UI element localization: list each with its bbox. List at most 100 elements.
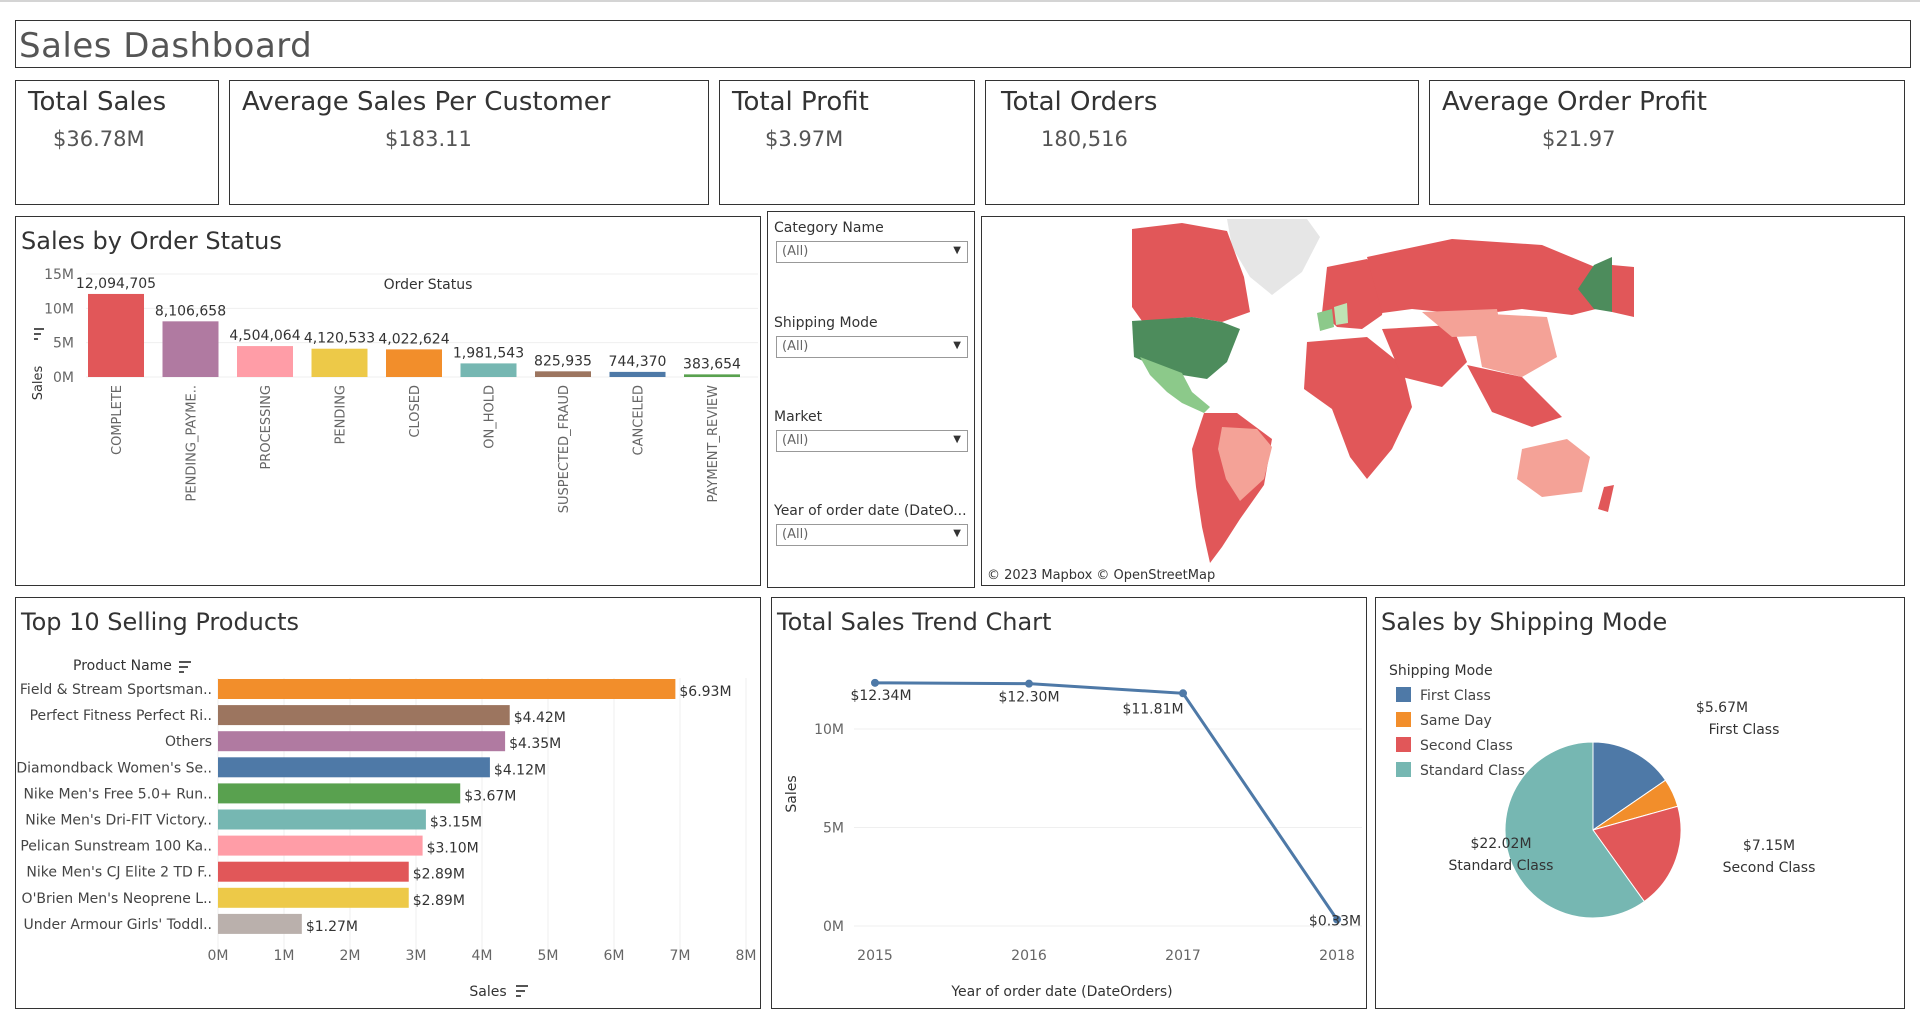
filters-panel: Category Name (All) ▼ Shipping Mode (All… bbox=[767, 211, 975, 588]
y-tick-label: 0M bbox=[53, 370, 74, 386]
sort-icon[interactable] bbox=[516, 985, 528, 997]
world-sales-map[interactable]: © 2023 Mapbox © OpenStreetMap bbox=[982, 217, 1904, 585]
bar-data-label: 4,022,624 bbox=[378, 331, 449, 347]
product-name-label: Nike Men's Dri-FIT Victory.. bbox=[25, 813, 212, 829]
bar[interactable] bbox=[218, 913, 302, 934]
map-region-australia[interactable] bbox=[1517, 439, 1590, 497]
shipping-mode-panel: Sales by Shipping Mode Shipping Mode Fir… bbox=[1375, 597, 1905, 1009]
bar-data-label: $4.12M bbox=[494, 762, 546, 778]
bar-data-label: $3.67M bbox=[464, 788, 516, 804]
map-region-west-europe[interactable] bbox=[1317, 309, 1334, 331]
order-status-bar-chart: Order Status Sales 0M 5M 10M 15M12,094,705 C… bbox=[31, 267, 758, 513]
bar-data-label: $3.15M bbox=[430, 815, 482, 831]
bar-data-label: 1,981,543 bbox=[453, 345, 524, 361]
kpi-title: Total Orders bbox=[1001, 87, 1158, 117]
data-label: $0.33M bbox=[1309, 913, 1361, 929]
bar-data-label: 383,654 bbox=[683, 356, 741, 372]
bar-data-label: $1.27M bbox=[306, 919, 358, 935]
year-dropdown[interactable]: (All) ▼ bbox=[776, 524, 968, 546]
map-region-east-russia[interactable] bbox=[1612, 265, 1634, 317]
kpi-title: Average Order Profit bbox=[1442, 87, 1708, 117]
bar-data-label: $4.42M bbox=[514, 710, 566, 726]
bar[interactable] bbox=[311, 348, 368, 377]
x-tick-label: CLOSED bbox=[408, 385, 423, 438]
market-dropdown[interactable]: (All) ▼ bbox=[776, 430, 968, 452]
data-label: $12.30M bbox=[998, 690, 1059, 706]
product-name-label: Under Armour Girls' Toddl.. bbox=[24, 917, 212, 933]
shipping-mode-dropdown[interactable]: (All) ▼ bbox=[776, 336, 968, 358]
bar[interactable] bbox=[237, 346, 293, 377]
y-tick-label: 10M bbox=[814, 722, 844, 738]
bar[interactable] bbox=[162, 321, 219, 377]
data-point[interactable] bbox=[871, 678, 879, 687]
kpi-card-total-sales: Total Sales $36.78M bbox=[15, 80, 219, 205]
dropdown-value: (All) bbox=[782, 244, 809, 259]
product-name-label: Pelican Sunstream 100 Ka.. bbox=[20, 839, 212, 855]
bar[interactable] bbox=[218, 809, 426, 830]
top-products-panel: Top 10 Selling Products Product Name Sal… bbox=[15, 597, 761, 1009]
map-region-china[interactable] bbox=[1472, 313, 1557, 377]
filter-label-year: Year of order date (DateO... bbox=[774, 503, 967, 519]
product-name-label: O'Brien Men's Neoprene L.. bbox=[22, 891, 212, 907]
bar-data-label: 12,094,705 bbox=[76, 276, 156, 292]
bar[interactable] bbox=[609, 371, 666, 377]
product-name-label: Perfect Fitness Perfect Ri.. bbox=[30, 708, 212, 724]
bar[interactable] bbox=[218, 835, 423, 856]
top-border bbox=[0, 0, 1920, 2]
category-header: Product Name bbox=[73, 658, 172, 674]
bar[interactable] bbox=[535, 371, 591, 377]
x-tick-label: 2016 bbox=[1011, 948, 1047, 964]
data-label: $12.34M bbox=[850, 688, 911, 704]
bar[interactable] bbox=[460, 363, 517, 377]
y-tick-label: 5M bbox=[53, 336, 74, 352]
world-map-panel: © 2023 Mapbox © OpenStreetMap bbox=[981, 216, 1905, 586]
x-tick-label: 1M bbox=[274, 948, 295, 964]
y-tick-label: 0M bbox=[823, 919, 844, 935]
bar[interactable] bbox=[218, 783, 461, 804]
chevron-down-icon: ▼ bbox=[953, 340, 961, 351]
chart-header: Order Status bbox=[384, 277, 473, 293]
kpi-title: Total Profit bbox=[732, 87, 869, 117]
x-tick-label: 5M bbox=[538, 948, 559, 964]
y-tick-label: 5M bbox=[823, 820, 844, 836]
bar[interactable] bbox=[218, 861, 409, 882]
x-tick-label: ON_HOLD bbox=[483, 385, 498, 449]
data-point[interactable] bbox=[1025, 679, 1033, 688]
category-name-dropdown[interactable]: (All) ▼ bbox=[776, 241, 968, 263]
bar-data-label: $6.93M bbox=[679, 684, 731, 700]
pie-category-label: Standard Class bbox=[1449, 858, 1554, 874]
data-point[interactable] bbox=[1179, 689, 1187, 698]
product-name-label: Nike Men's Free 5.0+ Run.. bbox=[23, 786, 212, 802]
pie-category-label: Second Class bbox=[1723, 860, 1816, 876]
x-tick-label: PROCESSING bbox=[259, 385, 274, 470]
bar[interactable] bbox=[218, 887, 409, 908]
pie-value-label: $22.02M bbox=[1470, 836, 1531, 852]
kpi-value: 180,516 bbox=[1041, 127, 1128, 151]
x-axis-label: Sales bbox=[469, 984, 506, 1000]
chevron-down-icon: ▼ bbox=[953, 528, 961, 539]
sort-icon[interactable] bbox=[179, 661, 191, 673]
x-tick-label: 3M bbox=[406, 948, 427, 964]
bar[interactable] bbox=[218, 705, 510, 726]
bar[interactable] bbox=[218, 679, 676, 699]
dropdown-value: (All) bbox=[782, 433, 809, 448]
map-region-russia[interactable] bbox=[1367, 239, 1612, 315]
bar[interactable] bbox=[88, 293, 144, 377]
bar[interactable] bbox=[684, 374, 740, 377]
sales-by-order-status-panel: Sales by Order Status Order Status Sales… bbox=[15, 216, 761, 586]
kpi-card-average-sales-per-customer: Average Sales Per Customer $183.11 bbox=[229, 80, 709, 205]
filter-label-market: Market bbox=[774, 409, 823, 425]
bar[interactable] bbox=[386, 349, 442, 377]
bar[interactable] bbox=[218, 757, 490, 778]
filter-label-shipping-mode: Shipping Mode bbox=[774, 315, 878, 331]
sales-trend-line-chart: Sales Year of order date (DateOrders) 0M… bbox=[784, 678, 1362, 1000]
trend-line bbox=[874, 681, 1339, 921]
product-name-label: Others bbox=[165, 734, 212, 750]
pie-category-label: First Class bbox=[1709, 722, 1780, 738]
product-name-label: Nike Men's CJ Elite 2 TD F.. bbox=[26, 865, 212, 881]
sort-icon[interactable] bbox=[34, 328, 44, 340]
bar[interactable] bbox=[218, 731, 506, 752]
map-region-new-zealand[interactable] bbox=[1598, 485, 1614, 512]
bar-data-label: $4.35M bbox=[509, 736, 561, 752]
pie-value-label: $7.15M bbox=[1743, 838, 1795, 854]
